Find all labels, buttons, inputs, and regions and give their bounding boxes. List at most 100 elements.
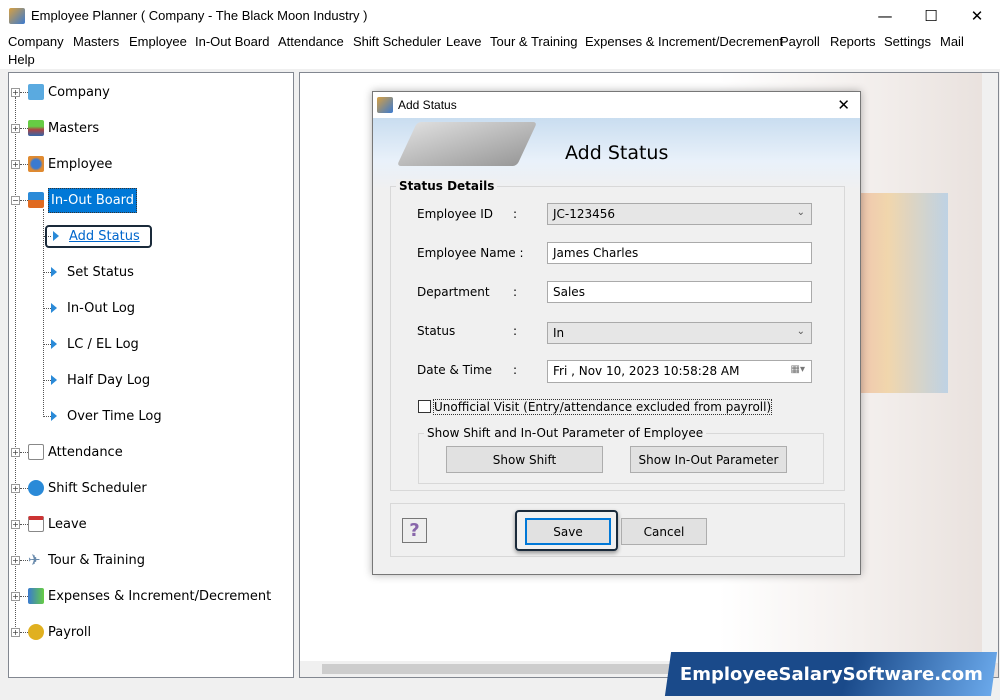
tree-item-add-status[interactable]: Add Status xyxy=(43,224,152,248)
menu-in-out-board[interactable]: In-Out Board xyxy=(195,34,269,49)
status-select[interactable]: In ⌄ xyxy=(547,322,812,344)
tree-item-half-day-log[interactable]: Half Day Log xyxy=(43,370,150,390)
tree-label: In-Out Log xyxy=(67,300,136,316)
employee-id-value: JC-123456 xyxy=(553,207,616,221)
vertical-scrollbar[interactable] xyxy=(982,73,998,663)
tree-item-in-out-log[interactable]: In-Out Log xyxy=(43,298,135,318)
tree-label: In-Out Board xyxy=(48,187,138,213)
tree-item-lc-el-log[interactable]: LC / EL Log xyxy=(43,334,139,354)
show-shift-button[interactable]: Show Shift xyxy=(446,446,603,473)
datetime-value: Fri , Nov 10, 2023 10:58:28 AM xyxy=(553,364,740,378)
maximize-button[interactable]: ☐ xyxy=(908,0,954,31)
arrow-icon xyxy=(51,303,57,313)
menu-reports[interactable]: Reports xyxy=(830,34,876,49)
coin-icon xyxy=(28,624,44,640)
status-value: In xyxy=(553,326,565,340)
tree-item-set-status[interactable]: Set Status xyxy=(43,262,134,282)
tree-label: Leave xyxy=(48,516,87,532)
arrow-icon xyxy=(51,411,57,421)
menu-bar: Company Masters Employee In-Out Board At… xyxy=(0,31,1000,69)
arrow-icon xyxy=(53,231,59,241)
arrow-icon xyxy=(51,339,57,349)
menu-company[interactable]: Company xyxy=(8,34,64,49)
menu-payroll[interactable]: Payroll xyxy=(780,34,820,49)
colon: : xyxy=(513,324,518,338)
tree-item-shift-scheduler[interactable]: + Shift Scheduler xyxy=(11,478,147,498)
expand-icon[interactable]: + xyxy=(11,447,20,457)
tree-label: Masters xyxy=(48,120,100,136)
window-title: Employee Planner ( Company - The Black M… xyxy=(31,8,368,23)
tree-label: LC / EL Log xyxy=(67,336,139,352)
arrow-icon xyxy=(51,267,57,277)
tree-item-tour-training[interactable]: + ✈ Tour & Training xyxy=(11,550,145,570)
tree-item-employee[interactable]: + Employee xyxy=(11,154,112,174)
tree-label: Half Day Log xyxy=(67,372,151,388)
group-label: Show Shift and In-Out Parameter of Emplo… xyxy=(424,426,707,440)
status-label: Status xyxy=(417,324,456,338)
tree-item-in-out-board[interactable]: − In-Out Board xyxy=(11,187,138,213)
tree-item-company[interactable]: + Company xyxy=(11,82,110,102)
tree-item-leave[interactable]: + Leave xyxy=(11,514,87,534)
department-field[interactable]: Sales xyxy=(547,281,812,303)
menu-tour-training[interactable]: Tour & Training xyxy=(490,34,577,49)
clock-icon xyxy=(28,480,44,496)
show-in-out-parameter-button[interactable]: Show In-Out Parameter xyxy=(630,446,787,473)
chevron-down-icon: ⌄ xyxy=(796,326,805,337)
expand-icon[interactable]: + xyxy=(11,123,20,133)
colon: : xyxy=(513,285,518,299)
expand-icon[interactable]: + xyxy=(11,483,20,493)
expand-icon[interactable]: + xyxy=(11,519,20,529)
tree-label: Company xyxy=(48,84,110,100)
menu-shift-scheduler[interactable]: Shift Scheduler xyxy=(353,34,441,49)
tree-label: Expenses & Increment/Decrement xyxy=(48,588,272,604)
tree-label: Employee xyxy=(48,156,113,172)
unofficial-visit-checkbox[interactable] xyxy=(418,400,431,413)
dialog-heading: Add Status xyxy=(565,142,669,164)
colon: : xyxy=(513,363,518,377)
checklist-icon xyxy=(28,444,44,460)
calendar-dropdown-icon[interactable]: ▦▾ xyxy=(791,364,805,375)
datetime-label: Date & Time xyxy=(417,363,493,377)
datetime-picker[interactable]: Fri , Nov 10, 2023 10:58:28 AM ▦▾ xyxy=(547,360,812,383)
expand-icon[interactable]: + xyxy=(11,555,20,565)
tree-item-payroll[interactable]: + Payroll xyxy=(11,622,91,642)
navigation-tree: + Company + Masters + Employee − In-Out Boar… xyxy=(8,72,294,678)
tree-label: Set Status xyxy=(67,264,134,280)
people-icon xyxy=(28,156,44,172)
tree-label: Attendance xyxy=(48,444,123,460)
collapse-icon[interactable]: − xyxy=(11,195,20,205)
help-button[interactable]: ? xyxy=(402,518,427,543)
title-bar: Employee Planner ( Company - The Black M… xyxy=(0,0,1000,31)
minimize-button[interactable]: — xyxy=(862,0,908,31)
cancel-button[interactable]: Cancel xyxy=(621,518,707,545)
menu-help[interactable]: Help xyxy=(8,52,35,67)
dialog-close-button[interactable]: ✕ xyxy=(837,96,850,114)
unofficial-visit-label[interactable]: Unofficial Visit (Entry/attendance exclu… xyxy=(433,399,773,415)
close-button[interactable]: ✕ xyxy=(954,0,1000,31)
menu-employee[interactable]: Employee xyxy=(129,34,187,49)
chevron-down-icon: ⌄ xyxy=(796,207,805,218)
expand-icon[interactable]: + xyxy=(11,591,20,601)
menu-masters[interactable]: Masters xyxy=(73,34,119,49)
expenses-icon xyxy=(28,588,44,604)
save-button[interactable]: Save xyxy=(525,518,611,545)
tree-item-expenses[interactable]: + Expenses & Increment/Decrement xyxy=(11,586,271,606)
menu-mail[interactable]: Mail xyxy=(940,34,964,49)
app-icon xyxy=(9,7,25,24)
employee-id-select[interactable]: JC-123456 ⌄ xyxy=(547,203,812,225)
tree-item-attendance[interactable]: + Attendance xyxy=(11,442,123,462)
expand-icon[interactable]: + xyxy=(11,627,20,637)
tree-item-masters[interactable]: + Masters xyxy=(11,118,99,138)
expand-icon[interactable]: + xyxy=(11,159,20,169)
menu-leave[interactable]: Leave xyxy=(446,34,481,49)
tree-label: Add Status xyxy=(69,228,140,244)
tree-label: Payroll xyxy=(48,624,92,640)
tree-item-over-time-log[interactable]: Over Time Log xyxy=(43,406,162,426)
menu-attendance[interactable]: Attendance xyxy=(278,34,344,49)
employee-name-field[interactable]: James Charles xyxy=(547,242,812,264)
menu-settings[interactable]: Settings xyxy=(884,34,931,49)
colon: : xyxy=(513,207,518,221)
menu-expenses[interactable]: Expenses & Increment/Decrement xyxy=(585,34,783,49)
tree-label: Shift Scheduler xyxy=(48,480,147,496)
expand-icon[interactable]: + xyxy=(11,87,20,97)
